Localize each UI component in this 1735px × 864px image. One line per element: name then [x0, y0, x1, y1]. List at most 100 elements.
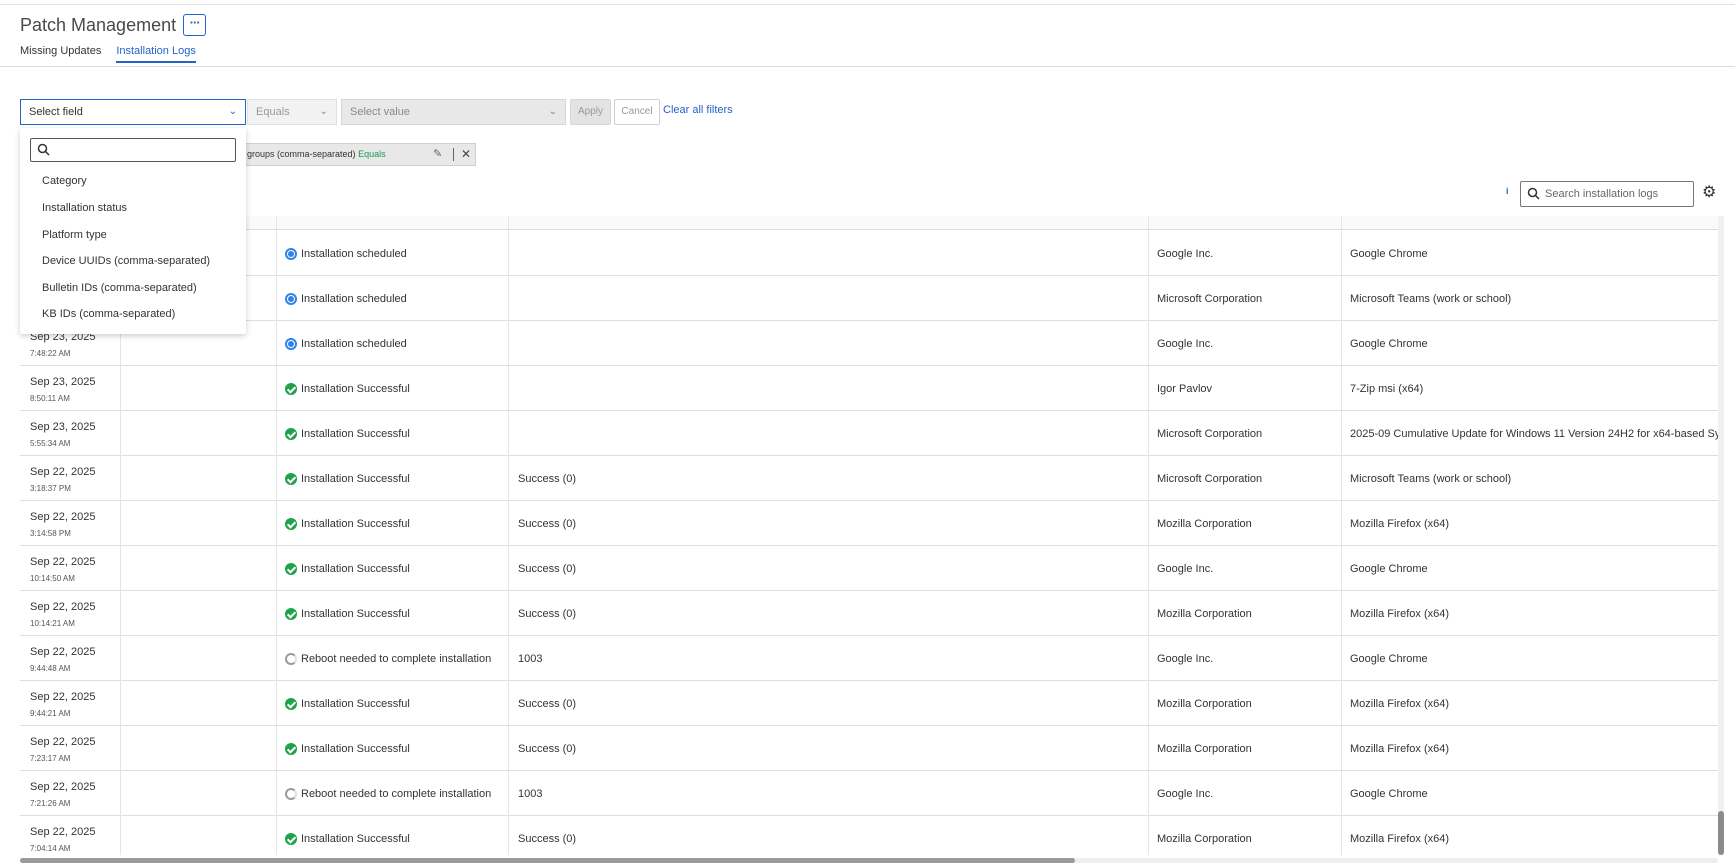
- row-vendor: Google Inc.: [1157, 247, 1214, 260]
- row-status-label: Installation Successful: [301, 697, 410, 710]
- row-time: 5:55:34 AM: [30, 439, 71, 448]
- status-success-icon: [285, 697, 297, 710]
- row-vendor: Mozilla Corporation: [1157, 697, 1252, 710]
- dropdown-search-input[interactable]: [30, 138, 236, 162]
- row-status: Installation Successful: [285, 366, 410, 411]
- pencil-icon[interactable]: ✎: [433, 144, 442, 165]
- table-row[interactable]: Sep 23, 2025 7:48:22 AM Installation sched…: [20, 321, 1718, 366]
- apply-button[interactable]: Apply: [570, 99, 611, 125]
- column-divider: [1341, 216, 1342, 855]
- info-icon[interactable]: i: [1506, 186, 1509, 196]
- tab-divider: [0, 66, 1735, 67]
- table-row[interactable]: Sep 22, 2025 3:14:58 PM Installation Succe…: [20, 501, 1718, 546]
- table-row[interactable]: Sep 22, 2025 10:14:50 AM Installation Succ…: [20, 546, 1718, 591]
- row-product: Mozilla Firefox (x64): [1350, 517, 1450, 530]
- status-success-icon: [285, 742, 297, 755]
- tab-installation-logs[interactable]: Installation Logs: [116, 45, 196, 63]
- row-vendor: Mozilla Corporation: [1157, 607, 1252, 620]
- row-vendor: Microsoft Corporation: [1157, 472, 1263, 485]
- more-options-button[interactable]: ···: [183, 14, 207, 36]
- horizontal-scroll-thumb[interactable]: [20, 858, 1075, 863]
- clear-all-filters-link[interactable]: Clear all filters: [663, 104, 733, 116]
- status-success-icon: [285, 562, 297, 575]
- row-date: Sep 22, 2025: [30, 556, 96, 568]
- row-result: Success (0): [518, 697, 577, 710]
- gear-icon[interactable]: ⚙: [1702, 183, 1716, 203]
- table-row[interactable]: Sep 22, 2025 9:44:21 AM Installation Succe…: [20, 681, 1718, 726]
- row-status: Installation scheduled: [285, 231, 407, 276]
- status-success-icon: [285, 517, 297, 530]
- table-row[interactable]: Installation scheduled Microsoft Corporat…: [20, 276, 1718, 321]
- table-row[interactable]: Sep 22, 2025 9:44:48 AM Reboot needed to c…: [20, 636, 1718, 681]
- table-row[interactable]: Sep 22, 2025 7:04:14 AM Installation Succe…: [20, 816, 1718, 855]
- table-row[interactable]: Sep 23, 2025 5:55:34 AM Installation Succe…: [20, 411, 1718, 456]
- status-scheduled-icon: [285, 337, 297, 350]
- status-success-icon: [285, 472, 297, 485]
- chip-separator: [453, 148, 454, 161]
- row-result: Success (0): [518, 742, 577, 755]
- row-product: Google Chrome: [1350, 247, 1428, 260]
- row-date: Sep 22, 2025: [30, 691, 96, 703]
- table-row[interactable]: Sep 22, 2025 10:14:21 AM Installation Succ…: [20, 591, 1718, 636]
- horizontal-scrollbar[interactable]: [20, 858, 1718, 863]
- row-status: Reboot needed to complete installation: [285, 771, 491, 816]
- row-date: Sep 22, 2025: [30, 601, 96, 613]
- row-vendor: Google Inc.: [1157, 652, 1214, 665]
- operator-select-value: Equals: [256, 106, 290, 118]
- row-vendor: Microsoft Corporation: [1157, 292, 1263, 305]
- tab-bar: Missing Updates Installation Logs: [20, 45, 196, 63]
- search-input[interactable]: [1545, 185, 1690, 203]
- page-title: Patch Management: [20, 14, 177, 35]
- dropdown-item-bulletin-ids[interactable]: Bulletin IDs (comma-separated): [42, 282, 197, 294]
- value-select[interactable]: Select value ⌄: [341, 99, 566, 125]
- row-status-label: Installation scheduled: [301, 292, 407, 305]
- table-row[interactable]: Installation scheduled Google Inc. Google …: [20, 231, 1718, 276]
- tab-missing-updates[interactable]: Missing Updates: [20, 45, 101, 63]
- table-row[interactable]: Sep 22, 2025 7:21:26 AM Reboot needed to c…: [20, 771, 1718, 816]
- cancel-button[interactable]: Cancel: [614, 99, 660, 125]
- vertical-scroll-thumb[interactable]: [1718, 811, 1724, 855]
- row-product: Mozilla Firefox (x64): [1350, 832, 1450, 845]
- row-date: Sep 22, 2025: [30, 736, 96, 748]
- row-product: Microsoft Teams (work or school): [1350, 472, 1512, 485]
- row-date: Sep 22, 2025: [30, 466, 96, 478]
- row-status-label: Installation scheduled: [301, 247, 407, 260]
- row-result: Success (0): [518, 607, 577, 620]
- dropdown-item-kb-ids[interactable]: KB IDs (comma-separated): [42, 308, 175, 320]
- row-vendor: Mozilla Corporation: [1157, 517, 1252, 530]
- row-result: 1003: [518, 652, 543, 665]
- row-status: Installation Successful: [285, 501, 410, 546]
- row-product: 2025-09 Cumulative Update for Windows 11…: [1350, 427, 1718, 440]
- status-reboot-icon: [285, 787, 297, 800]
- table-row[interactable]: Sep 22, 2025 3:18:37 PM Installation Succe…: [20, 456, 1718, 501]
- search-installation-logs[interactable]: [1520, 181, 1694, 207]
- row-product: Microsoft Teams (work or school): [1350, 292, 1512, 305]
- dropdown-item-device-uuids[interactable]: Device UUIDs (comma-separated): [42, 255, 210, 267]
- table-row[interactable]: Sep 22, 2025 7:23:17 AM Installation Succe…: [20, 726, 1718, 771]
- filter-chip[interactable]: et groups (comma-separated) Equals ✎ ✕: [230, 143, 476, 166]
- field-select[interactable]: Select field ⌄: [20, 99, 246, 125]
- row-product: Google Chrome: [1350, 787, 1428, 800]
- row-status-label: Installation Successful: [301, 562, 410, 575]
- row-time: 10:14:21 AM: [30, 619, 75, 628]
- row-time: 3:14:58 PM: [30, 529, 71, 538]
- row-time: 9:44:21 AM: [30, 709, 71, 718]
- row-product: Mozilla Firefox (x64): [1350, 742, 1450, 755]
- dropdown-item-category[interactable]: Category: [42, 175, 87, 187]
- row-status-label: Installation Successful: [301, 742, 410, 755]
- row-vendor: Google Inc.: [1157, 562, 1214, 575]
- row-vendor: Mozilla Corporation: [1157, 742, 1252, 755]
- row-status: Installation Successful: [285, 726, 410, 771]
- row-vendor: Google Inc.: [1157, 787, 1214, 800]
- column-divider: [508, 216, 509, 855]
- row-status-label: Reboot needed to complete installation: [301, 787, 492, 800]
- close-icon[interactable]: ✕: [461, 144, 471, 165]
- table-row[interactable]: Sep 23, 2025 8:50:11 AM Installation Succe…: [20, 366, 1718, 411]
- dropdown-item-installation-status[interactable]: Installation status: [42, 202, 127, 214]
- search-icon: [37, 143, 50, 159]
- dropdown-item-platform-type[interactable]: Platform type: [42, 229, 107, 241]
- vertical-scrollbar[interactable]: [1718, 216, 1724, 855]
- row-status-label: Installation Successful: [301, 427, 410, 440]
- row-vendor: Google Inc.: [1157, 337, 1214, 350]
- operator-select[interactable]: Equals ⌄: [247, 99, 337, 125]
